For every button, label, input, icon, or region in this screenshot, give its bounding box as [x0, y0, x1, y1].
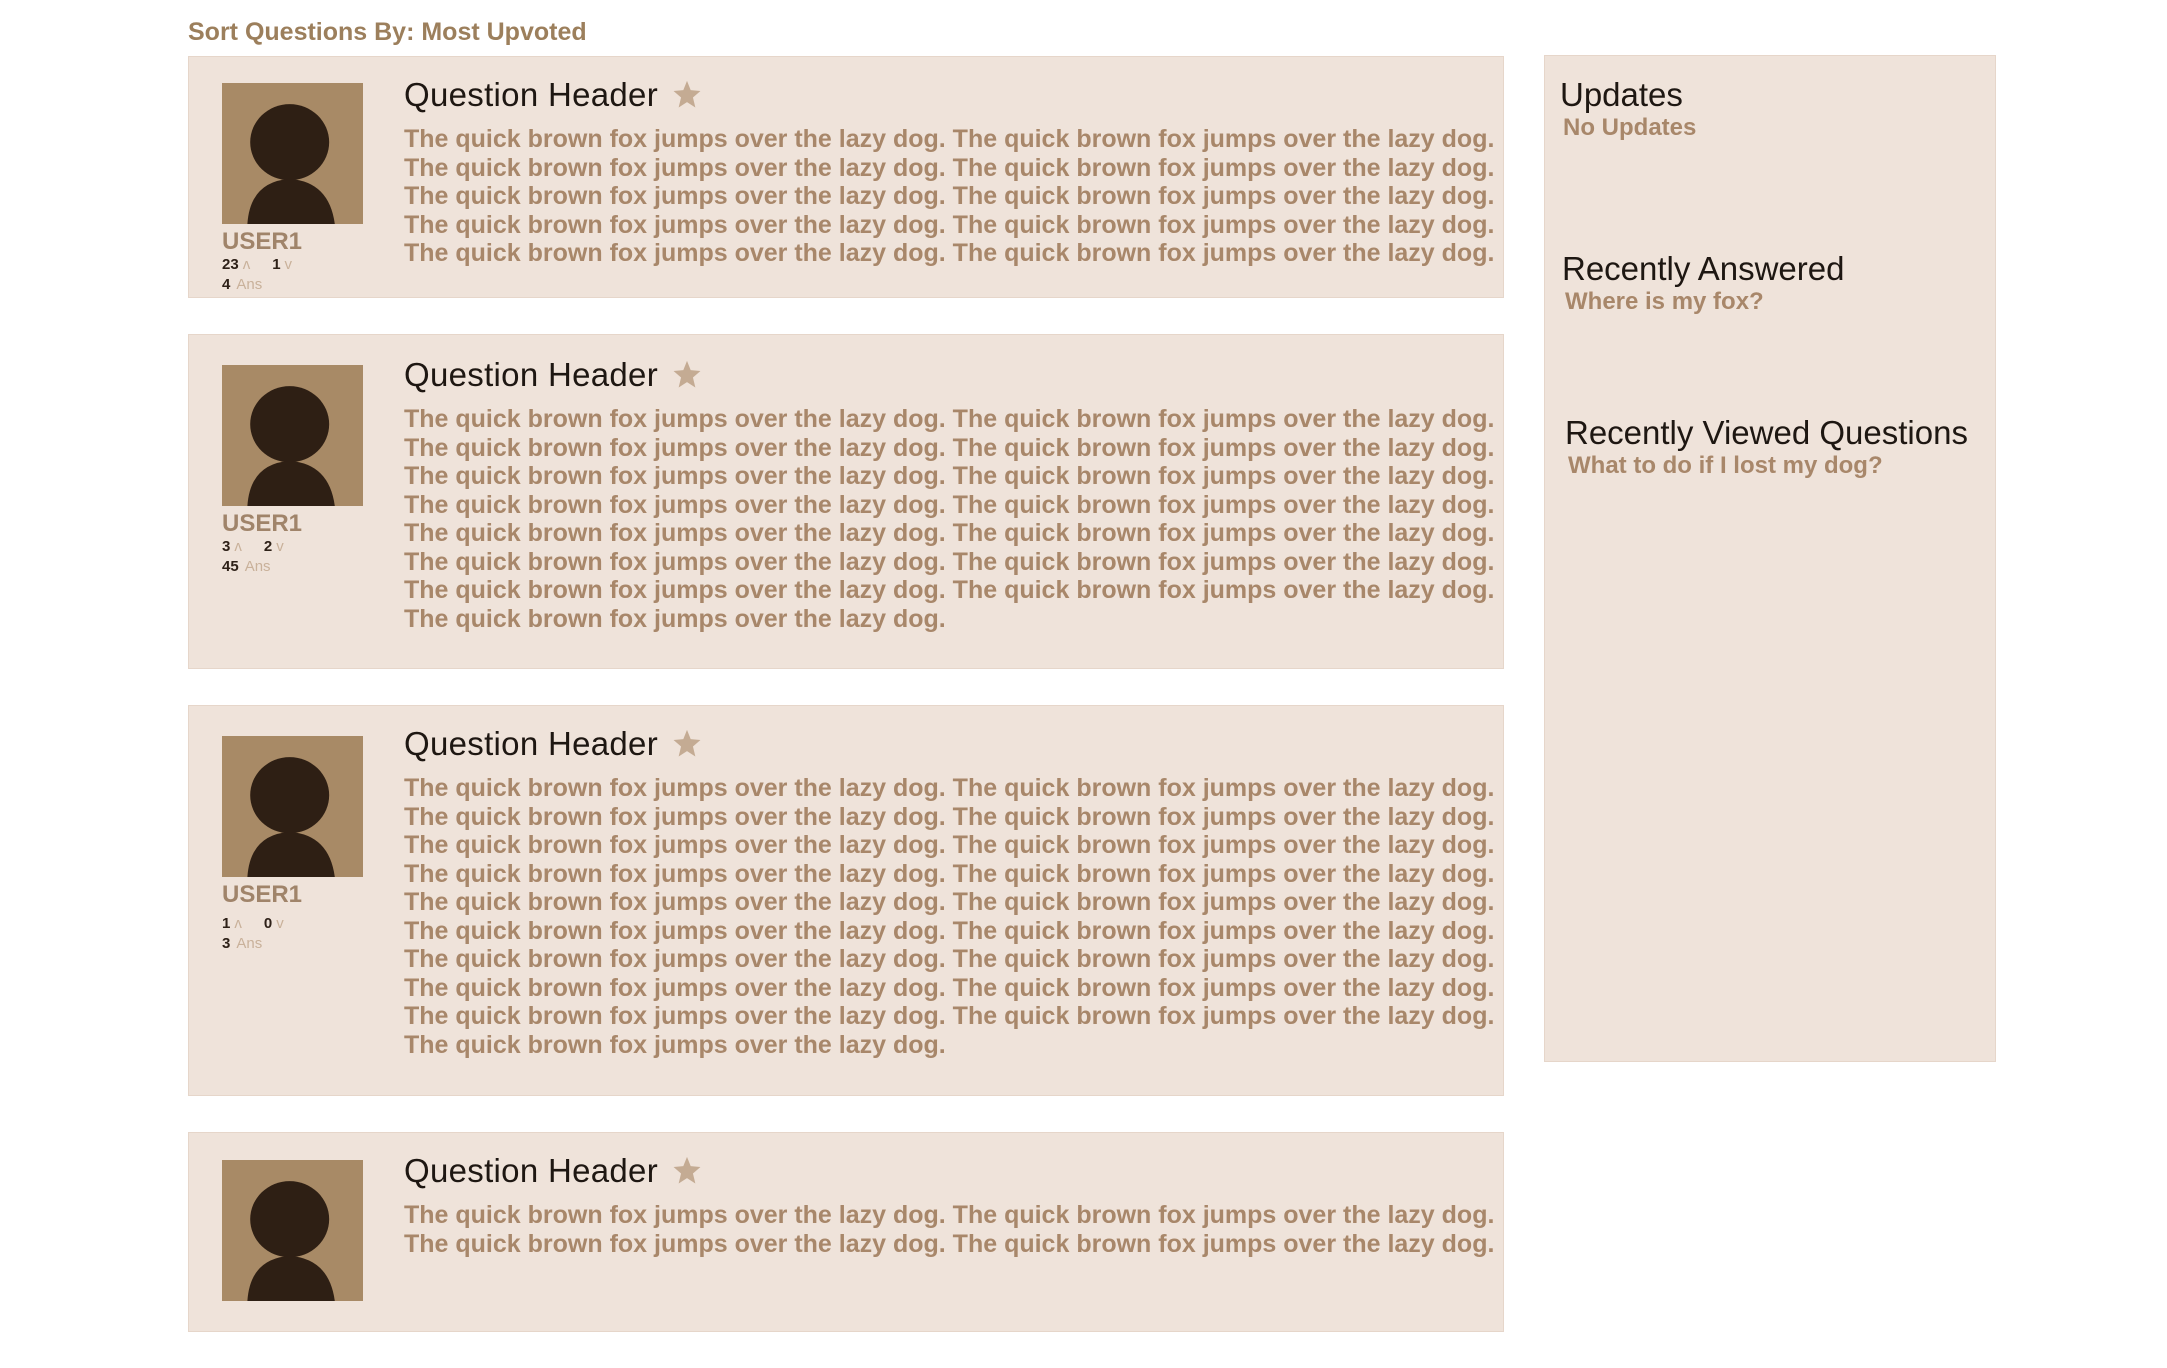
question-content: Question Header The quick brown fox jump…	[404, 1152, 1495, 1258]
recently-answered-section: Recently Answered Where is my fox?	[1562, 250, 1844, 316]
answer-stats: 45 Ans	[222, 557, 372, 577]
body-line: The quick brown fox jumps over the lazy …	[404, 519, 1495, 547]
downvote-count: 1	[272, 256, 281, 273]
user-silhouette-icon[interactable]	[222, 1160, 363, 1301]
star-icon[interactable]	[670, 78, 704, 112]
username[interactable]: USER1	[222, 882, 372, 908]
question-card[interactable]: USER1 23 ʌ 1 v 4 Ans Question Header The qui…	[188, 56, 1504, 298]
body-line: The quick brown fox jumps over the lazy …	[404, 405, 1495, 433]
downvote-count: 0	[263, 915, 273, 932]
answer-stats: 3 Ans	[222, 934, 372, 954]
body-line: The quick brown fox jumps over the lazy …	[404, 153, 1495, 182]
chevron-down-icon[interactable]: v	[285, 256, 293, 273]
user-silhouette-icon[interactable]	[222, 365, 363, 506]
recently-viewed-link[interactable]: What to do if I lost my dog?	[1568, 452, 1968, 480]
user-silhouette-icon[interactable]	[222, 83, 363, 224]
body-line: The quick brown fox jumps over the lazy …	[404, 888, 1495, 916]
body-line: The quick brown fox jumps over the lazy …	[404, 210, 1495, 239]
body-line: The quick brown fox jumps over the lazy …	[404, 125, 1495, 153]
body-line: The quick brown fox jumps over the lazy …	[404, 433, 1495, 462]
answer-label: Ans	[236, 276, 263, 293]
body-line: The quick brown fox jumps over the lazy …	[404, 576, 1495, 604]
answer-label: Ans	[236, 935, 263, 952]
user-silhouette-icon[interactable]	[222, 736, 363, 877]
star-icon[interactable]	[670, 727, 704, 761]
upvote-count: 3	[222, 538, 231, 555]
body-line: The quick brown fox jumps over the lazy …	[404, 802, 1495, 831]
question-body: The quick brown fox jumps over the lazy …	[404, 125, 1495, 268]
question-content: Question Header The quick brown fox jump…	[404, 356, 1495, 633]
user-info: USER1 23 ʌ 1 v 4 Ans	[222, 229, 372, 295]
star-icon[interactable]	[670, 358, 704, 392]
body-line: The quick brown fox jumps over the lazy …	[404, 774, 1495, 802]
question-content: Question Header The quick brown fox jump…	[404, 725, 1495, 1059]
body-line: The quick brown fox jumps over the lazy …	[404, 831, 1495, 859]
body-line: The quick brown fox jumps over the lazy …	[404, 547, 1495, 576]
body-line: The quick brown fox jumps over the lazy …	[404, 973, 1495, 1002]
body-line: The quick brown fox jumps over the lazy …	[404, 604, 946, 633]
recently-answered-title: Recently Answered	[1562, 250, 1845, 287]
answer-count: 45	[222, 558, 239, 575]
chevron-up-icon[interactable]: ʌ	[234, 538, 242, 555]
body-line: The quick brown fox jumps over the lazy …	[404, 1030, 946, 1059]
question-content: Question Header The quick brown fox jump…	[404, 76, 1495, 268]
body-line: The quick brown fox jumps over the lazy …	[404, 462, 1495, 490]
sidebar: Updates No Updates Recently Answered Whe…	[1544, 55, 1996, 1062]
updates-title: Updates	[1560, 76, 1683, 113]
username[interactable]: USER1	[222, 229, 372, 255]
question-body: The quick brown fox jumps over the lazy …	[404, 405, 1495, 633]
chevron-up-icon[interactable]: ʌ	[234, 915, 242, 932]
question-title[interactable]: Question Header	[404, 356, 658, 394]
chevron-up-icon[interactable]: ʌ	[243, 256, 251, 273]
chevron-down-icon[interactable]: v	[276, 915, 284, 932]
body-line: The quick brown fox jumps over the lazy …	[404, 239, 1495, 267]
recently-viewed-title: Recently Viewed Questions	[1565, 414, 1968, 451]
user-info: USER1 3ʌ 2v 45 Ans	[222, 511, 372, 577]
recently-viewed-section: Recently Viewed Questions What to do if …	[1565, 414, 1968, 480]
vote-stats: 3ʌ 2v	[222, 537, 372, 557]
question-body: The quick brown fox jumps over the lazy …	[404, 774, 1495, 1059]
updates-text: No Updates	[1563, 114, 1697, 141]
recently-answered-link[interactable]: Where is my fox?	[1565, 288, 1844, 316]
body-line: The quick brown fox jumps over the lazy …	[404, 490, 1495, 519]
question-body: The quick brown fox jumps over the lazy …	[404, 1201, 1495, 1258]
question-title[interactable]: Question Header	[404, 725, 658, 763]
body-line: The quick brown fox jumps over the lazy …	[404, 182, 1495, 210]
downvote-count: 2	[263, 538, 273, 555]
user-info: USER1 1ʌ 0v 3 Ans	[222, 882, 372, 954]
question-card[interactable]: USER1 1ʌ 0v 3 Ans Question Header The quic…	[188, 705, 1504, 1096]
vote-stats: 1ʌ 0v	[222, 914, 372, 934]
answer-count: 4	[222, 276, 231, 293]
sort-selector[interactable]: Sort Questions By: Most Upvoted	[188, 18, 587, 47]
star-icon[interactable]	[670, 1154, 704, 1188]
username[interactable]: USER1	[222, 511, 372, 537]
body-line: The quick brown fox jumps over the lazy …	[404, 1229, 1495, 1258]
upvote-count: 23	[222, 256, 239, 273]
question-title[interactable]: Question Header	[404, 76, 658, 114]
question-feed: USER1 23 ʌ 1 v 4 Ans Question Header The qui…	[188, 56, 1504, 1368]
body-line: The quick brown fox jumps over the lazy …	[404, 945, 1495, 973]
question-card[interactable]: USER1 3ʌ 2v 45 Ans Question Header The qui…	[188, 334, 1504, 669]
updates-section: Updates No Updates	[1560, 76, 1696, 142]
body-line: The quick brown fox jumps over the lazy …	[404, 1002, 1495, 1030]
answer-stats: 4 Ans	[222, 275, 372, 295]
answer-count: 3	[222, 935, 231, 952]
chevron-down-icon[interactable]: v	[276, 538, 284, 555]
answer-label: Ans	[244, 558, 271, 575]
body-line: The quick brown fox jumps over the lazy …	[404, 916, 1495, 945]
vote-stats: 23 ʌ 1 v	[222, 255, 372, 275]
question-title[interactable]: Question Header	[404, 1152, 658, 1190]
body-line: The quick brown fox jumps over the lazy …	[404, 1201, 1495, 1229]
body-line: The quick brown fox jumps over the lazy …	[404, 859, 1495, 888]
question-card[interactable]: Question Header The quick brown fox jump…	[188, 1132, 1504, 1332]
upvote-count: 1	[222, 915, 231, 932]
